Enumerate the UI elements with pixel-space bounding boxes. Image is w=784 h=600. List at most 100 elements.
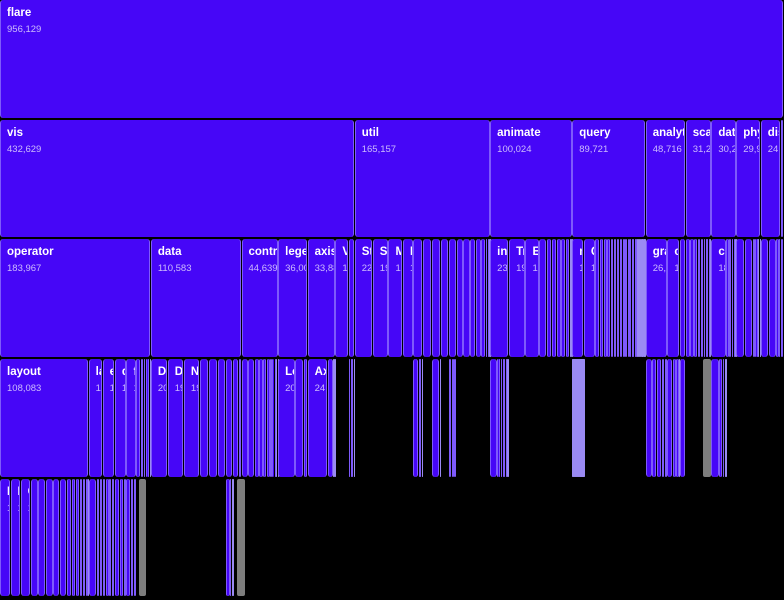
cell-query[interactable]: query89,721 <box>572 120 645 238</box>
cell-animate[interactable]: animate100,024 <box>490 120 571 238</box>
cell-display[interactable]: display24,254 <box>761 120 780 238</box>
cell-DirtySprite[interactable] <box>769 239 776 357</box>
cell-PanZoomControl[interactable] <box>255 359 259 477</box>
cell-OperatorList[interactable] <box>136 359 140 477</box>
cell-operator[interactable]: operator183,967 <box>0 239 150 357</box>
cell-IRenderer[interactable] <box>233 479 234 597</box>
cell-vis[interactable]: vis432,629 <box>0 120 354 238</box>
cell-events[interactable] <box>349 239 354 357</box>
cell-CartesianAxes[interactable] <box>328 359 333 477</box>
cell-Filter[interactable] <box>486 239 487 357</box>
cell-TooltipControl[interactable] <box>242 359 248 477</box>
cell-HeapNode[interactable] <box>440 359 441 477</box>
cell-Palette[interactable] <box>422 359 423 477</box>
cell-VisualizationEvent[interactable] <box>354 359 355 477</box>
cell-SparseMatrix[interactable] <box>449 359 451 477</box>
cell-ExpressionIterator[interactable] <box>620 239 622 357</box>
cell-FisheyeTreeFilter[interactable] <box>126 479 130 597</box>
cell-Stats[interactable] <box>476 239 481 357</box>
cell-Sequence[interactable] <box>561 239 565 357</box>
cell-LinkDistance[interactable] <box>657 359 661 477</box>
cell-Query[interactable]: Query13,896 <box>584 239 595 357</box>
cell-EdgeSprite[interactable] <box>239 359 241 477</box>
cell-converters[interactable]: converters18,349 <box>711 239 725 357</box>
cell-util[interactable]: util165,157 <box>355 120 490 238</box>
cell-CommunityStructure[interactable] <box>676 359 679 477</box>
cell-IMatrix[interactable] <box>454 359 456 477</box>
cell-CompositeExpression[interactable] <box>617 239 619 357</box>
cell-PointInterpolator[interactable] <box>504 359 505 477</box>
cell-DataList[interactable]: DataList19,788 <box>168 359 184 477</box>
cell-GravityForce[interactable] <box>758 239 759 357</box>
cell-Control[interactable] <box>276 359 277 477</box>
cell-physics[interactable]: physics29,934 <box>736 120 760 238</box>
cell-AxisLabel[interactable] <box>335 359 336 477</box>
cell-DelimitedTextConverter[interactable] <box>719 359 722 477</box>
cell-StackedAreaLabeler[interactable] <box>100 479 102 597</box>
cell-CircleLayout[interactable] <box>31 479 38 597</box>
cell-StringUtil[interactable] <box>607 239 610 357</box>
cell-Layout[interactable] <box>60 479 66 597</box>
cell-axis[interactable]: axis33,886 <box>308 239 335 357</box>
cell-OperatorSequence[interactable] <box>141 359 144 477</box>
cell-QuantitativeScale[interactable] <box>690 239 693 357</box>
cell-DragControl[interactable] <box>272 359 274 477</box>
cell-Displays[interactable]: Displays12,555 <box>403 239 413 357</box>
cell-interpolate[interactable]: interpolate23,081 <box>490 239 508 357</box>
cell-NodeLinkTreeLayout[interactable]: NodeLinkTreeLayout12,870 <box>0 479 10 597</box>
cell-cluster[interactable]: cluster15,207 <box>667 239 679 357</box>
cell-controls[interactable]: controls44,639 <box>242 239 278 357</box>
cell-analytics[interactable]: analytics48,716 <box>646 120 685 238</box>
cell-TimeScale[interactable] <box>686 239 690 357</box>
cell-data[interactable]: data30,284 <box>711 120 735 238</box>
cell-Scale[interactable] <box>694 239 697 357</box>
cell-RadialLabeler[interactable] <box>97 479 100 597</box>
cell-legend[interactable]: legend36,003 <box>278 239 307 357</box>
cell-Legend[interactable]: Legend20,859 <box>278 359 295 477</box>
cell-Comparison[interactable] <box>600 239 604 357</box>
cell-Interpolator[interactable] <box>490 359 497 477</box>
cell-DateInterpolator[interactable] <box>508 359 509 477</box>
cell-NBodyForce[interactable]: NBodyForce10,498 <box>736 239 744 357</box>
cell-DataSprite[interactable]: DataSprite10,349 <box>209 359 217 477</box>
cell-GraphDistanceFilter[interactable] <box>134 479 136 597</box>
cell-TextSprite[interactable]: TextSprite10,066 <box>761 239 769 357</box>
cell-Match[interactable] <box>614 239 616 357</box>
cell-AxisLayout[interactable] <box>67 479 72 597</box>
cell-methods[interactable]: methods14,326 <box>572 239 583 357</box>
cell-DateUtil[interactable] <box>604 239 607 357</box>
cell-_[interactable] <box>584 359 585 477</box>
cell-optimization[interactable] <box>680 239 685 357</box>
cell-Transition[interactable] <box>539 239 546 357</box>
cell-RectangleInterpolator[interactable] <box>501 359 502 477</box>
cell-FlareVis[interactable] <box>781 239 784 357</box>
cell-filter[interactable]: filter11,893 <box>126 359 135 477</box>
cell-IcicleTreeLayout[interactable] <box>72 479 75 597</box>
cell-Sort[interactable] <box>470 239 475 357</box>
cell-encoder[interactable]: encoder14,897 <box>103 359 115 477</box>
cell-Scheduler[interactable] <box>557 239 561 357</box>
cell-Transitioner[interactable]: Transitioner19,975 <box>509 239 525 357</box>
cell-ForceDirectedLayout[interactable] <box>53 479 59 597</box>
cell-HierarchicalCluster[interactable] <box>667 359 672 477</box>
cell-Distortion[interactable] <box>115 479 120 597</box>
cell-heap[interactable]: heap10,587 <box>432 239 440 357</box>
cell-RadialTreeLayout[interactable]: RadialTreeLayout12,348 <box>11 479 21 597</box>
cell-MaxFlowMinCut[interactable] <box>646 359 652 477</box>
cell-FibonacciHeap[interactable] <box>432 359 439 477</box>
cell-Parallel[interactable] <box>566 239 570 357</box>
cell-LegendItem[interactable] <box>304 359 307 477</box>
cell-math[interactable] <box>449 239 456 357</box>
cell-DataSchema[interactable] <box>732 239 733 357</box>
cell-TreeBuilder[interactable]: TreeBuilder9,930 <box>218 359 226 477</box>
cell-render[interactable] <box>226 359 233 477</box>
cell-ColorPalette[interactable] <box>413 359 418 477</box>
cell-LogScale[interactable] <box>701 239 703 357</box>
cell-BifocalDistortion[interactable] <box>120 479 123 597</box>
cell-Property[interactable] <box>481 239 485 357</box>
cell-TreeMapLayout[interactable] <box>46 479 53 597</box>
cell-JSONConverter[interactable] <box>723 359 724 477</box>
cell-Simulation[interactable]: Simulation9,983 <box>745 239 753 357</box>
cell-Geometry[interactable]: Geometry10,993 <box>423 239 431 357</box>
cell-DataUtil[interactable] <box>729 239 731 357</box>
